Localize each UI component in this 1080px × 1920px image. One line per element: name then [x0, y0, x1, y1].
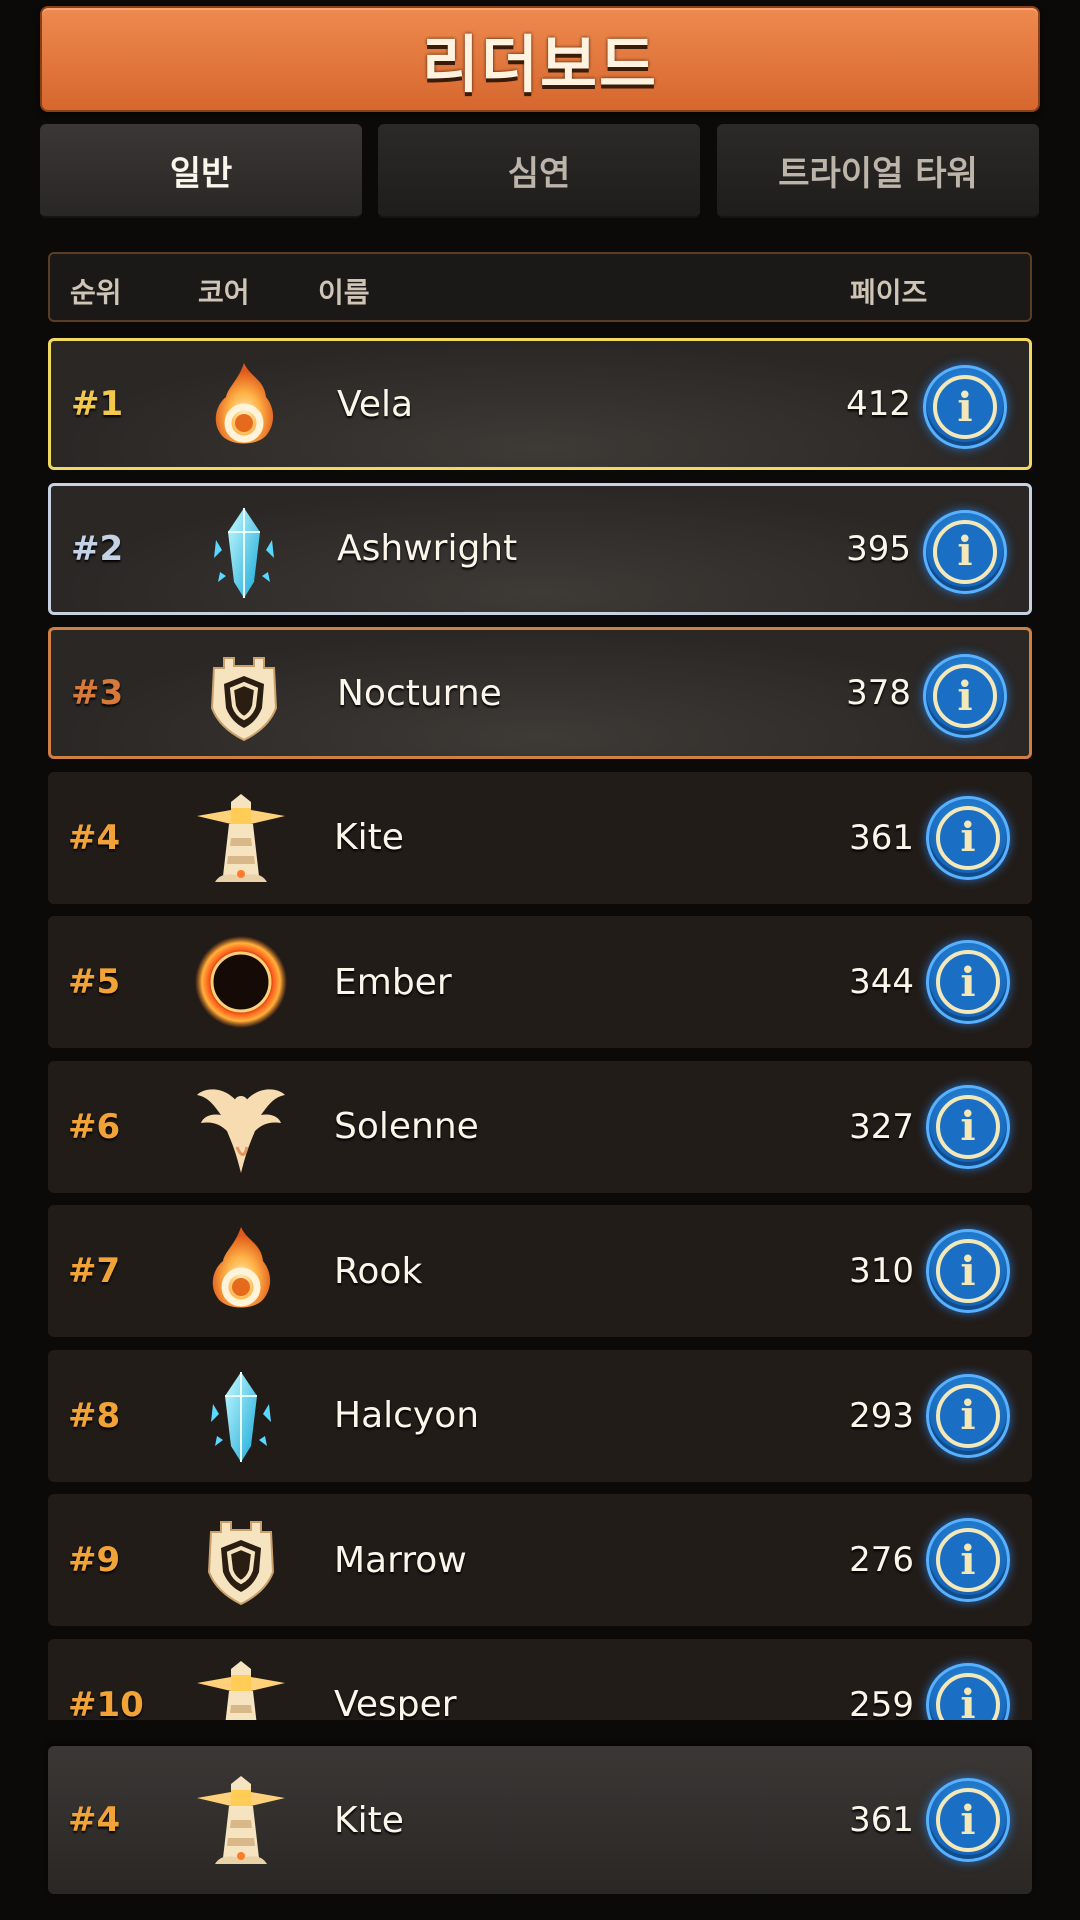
leaderboard-row[interactable]: #8 Halcyon 293 i	[48, 1349, 1032, 1482]
leaderboard-row[interactable]: #9 Marrow 276 i	[48, 1494, 1032, 1626]
core-icon	[191, 1770, 291, 1870]
info-button[interactable]: i	[926, 1662, 1010, 1720]
pace-value: 310	[849, 1251, 914, 1291]
flame-ring-icon	[212, 1227, 271, 1308]
leaderboard-row[interactable]: #5 Ember 344 i	[48, 916, 1032, 1048]
info-button[interactable]: i	[926, 1778, 1010, 1862]
rank-label: #3	[71, 673, 124, 713]
info-button[interactable]: i	[926, 940, 1010, 1024]
column-pace: 페이즈	[850, 276, 928, 309]
info-icon: i	[936, 1094, 1000, 1159]
rank-label: #9	[68, 1540, 121, 1580]
player-name: Nocturne	[337, 672, 502, 714]
core-icon	[191, 932, 291, 1032]
info-button[interactable]: i	[926, 795, 1010, 880]
core-icon	[194, 646, 294, 746]
info-button[interactable]: i	[923, 654, 1007, 738]
pace-value: 293	[849, 1395, 914, 1436]
core-icon	[191, 1077, 291, 1177]
core-icon	[191, 1655, 291, 1720]
leaderboard-row[interactable]: #3 Nocturne 378 i	[48, 627, 1032, 759]
core-icon	[191, 1366, 291, 1466]
info-icon: i	[936, 1788, 1000, 1852]
rank-label: #7	[68, 1251, 121, 1291]
player-name: Ember	[334, 961, 452, 1003]
leaderboard-row[interactable]: #7 Rook 310 i	[48, 1205, 1032, 1337]
info-icon: i	[936, 1528, 1000, 1592]
leaderboard-row[interactable]: #6 Solenne 327 i	[48, 1060, 1032, 1193]
info-icon: i	[936, 1672, 1000, 1720]
column-rank: 순위	[70, 276, 122, 309]
pace-value: 259	[849, 1684, 914, 1721]
info-icon: i	[936, 1239, 1000, 1303]
leaderboard-row[interactable]: #2 Ashwright 395 i	[48, 482, 1032, 615]
rank-label: #10	[68, 1684, 144, 1721]
rank-label: #2	[71, 528, 124, 569]
info-icon: i	[936, 1383, 1000, 1448]
tab-trial-tower[interactable]: 트라이얼 타워	[717, 124, 1039, 218]
tab-general[interactable]: 일반	[40, 124, 362, 218]
info-icon: i	[933, 519, 997, 584]
core-icon	[191, 788, 291, 888]
info-button[interactable]: i	[923, 509, 1007, 594]
leaderboard-row[interactable]: #1 Vela 412 i	[48, 338, 1032, 470]
info-icon: i	[933, 375, 997, 439]
leaderboard-list[interactable]: #1 Vela 412 i #2 Ashwright 395 i #3 Nocturne 378 i #…	[0, 330, 1080, 1720]
info-icon: i	[936, 950, 1000, 1014]
pace-value: 361	[849, 1800, 914, 1840]
info-icon: i	[933, 664, 997, 728]
rank-label: #6	[68, 1106, 121, 1147]
player-name: Kite	[334, 1799, 404, 1841]
tab-abyss[interactable]: 심연	[378, 124, 700, 218]
info-icon: i	[936, 805, 1000, 870]
rank-label: #1	[71, 384, 124, 424]
leaderboard-row[interactable]: #10 Vesper 259 i	[48, 1638, 1032, 1721]
info-button[interactable]: i	[926, 1373, 1010, 1458]
solar-ring-icon	[195, 936, 287, 1028]
player-name: Vesper	[334, 1684, 457, 1720]
pace-value: 378	[846, 673, 911, 713]
rank-label: #5	[68, 962, 121, 1002]
flame-ring-icon	[215, 363, 274, 444]
shield-tower-icon	[207, 1521, 275, 1606]
core-icon	[194, 357, 294, 457]
title-bar: 리더보드	[40, 6, 1040, 112]
core-icon	[194, 502, 294, 602]
pace-value: 412	[846, 384, 911, 424]
info-button[interactable]: i	[926, 1229, 1010, 1313]
info-button[interactable]: i	[926, 1084, 1010, 1169]
player-name: Ashwright	[337, 528, 518, 569]
pace-value: 344	[849, 962, 914, 1002]
player-name: Rook	[334, 1250, 423, 1292]
pace-value: 327	[849, 1106, 914, 1147]
column-core: 코어	[198, 276, 250, 309]
rank-label: #4	[68, 1800, 121, 1840]
pace-value: 361	[849, 817, 914, 858]
player-name: Vela	[337, 383, 414, 425]
current-player-row: #4 Kite 361 i	[48, 1746, 1032, 1894]
lighthouse-icon	[197, 793, 285, 882]
core-icon	[191, 1221, 291, 1321]
crystal-icon	[214, 507, 274, 598]
player-name: Kite	[334, 817, 404, 858]
core-icon	[191, 1510, 291, 1610]
pace-value: 395	[846, 528, 911, 569]
crystal-icon	[211, 1371, 271, 1462]
lighthouse-icon	[197, 1776, 285, 1864]
page-title: 리더보드	[421, 28, 659, 101]
info-button[interactable]: i	[923, 365, 1007, 449]
leaderboard-row[interactable]: #4 Kite 361 i	[48, 771, 1032, 904]
pace-value: 276	[849, 1540, 914, 1580]
player-name: Solenne	[334, 1106, 479, 1147]
shield-tower-icon	[210, 657, 278, 742]
player-name: Marrow	[334, 1539, 467, 1581]
column-name: 이름	[318, 276, 370, 309]
lighthouse-icon	[197, 1660, 285, 1720]
player-name: Halcyon	[334, 1395, 480, 1436]
phoenix-icon	[197, 1088, 285, 1173]
column-header: 순위 코어 이름 페이즈	[48, 252, 1032, 322]
rank-label: #8	[68, 1395, 121, 1436]
rank-label: #4	[68, 817, 121, 858]
info-button[interactable]: i	[926, 1518, 1010, 1602]
